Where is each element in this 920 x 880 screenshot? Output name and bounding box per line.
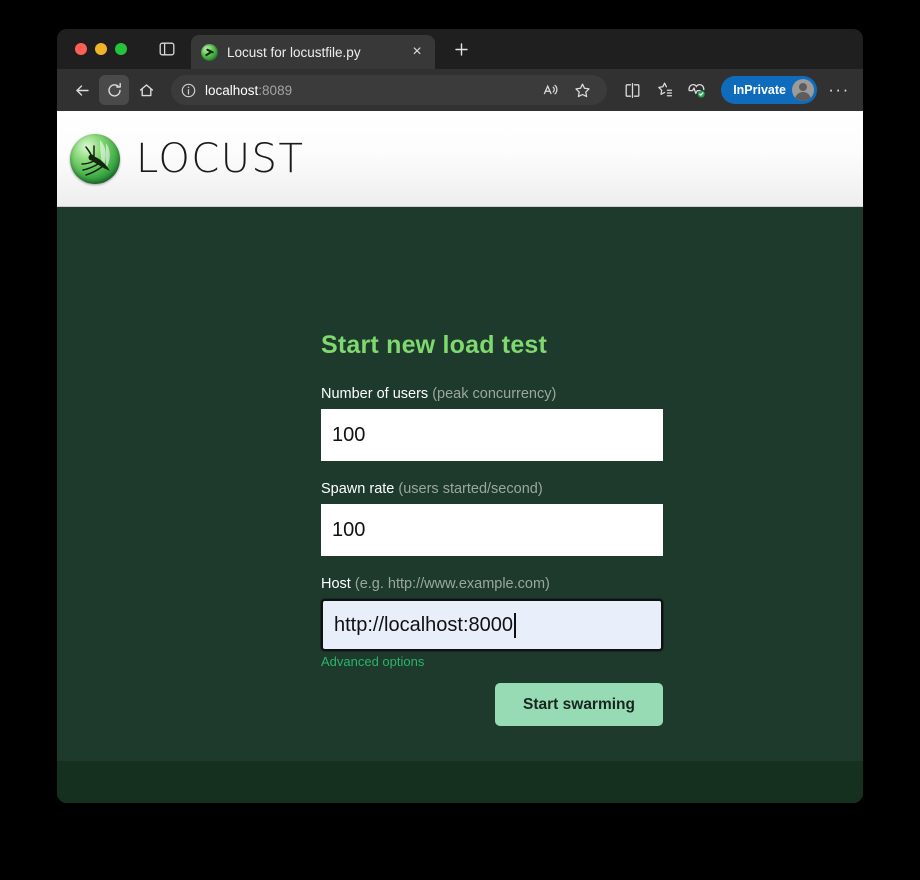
browser-tab[interactable]: Locust for locustfile.py × (191, 35, 435, 69)
host-label: Host (e.g. http://www.example.com) (321, 576, 663, 592)
site-header: LOCUST (57, 111, 863, 207)
host-label-text: Host (321, 576, 351, 592)
back-icon[interactable] (67, 75, 97, 105)
number-of-users-label-text: Number of users (321, 386, 429, 402)
browser-window: Locust for locustfile.py × localhost:808… (57, 29, 863, 803)
settings-and-more-icon[interactable]: ··· (825, 76, 853, 104)
locust-logo-icon (70, 133, 120, 184)
browser-toolbar: localhost:8089 InPrivate ··· (57, 69, 863, 111)
split-screen-icon[interactable] (617, 75, 647, 105)
tab-strip: Locust for locustfile.py × (57, 29, 863, 69)
site-brand-wordmark: LOCUST (136, 135, 305, 182)
read-aloud-icon[interactable] (535, 75, 565, 105)
close-tab-icon[interactable]: × (407, 42, 427, 62)
page-content: LOCUST Start new load test Number of use… (57, 111, 863, 803)
main-content: Start new load test Number of users (pea… (57, 207, 863, 761)
address-bar-icons (535, 75, 597, 105)
close-window-button[interactable] (75, 43, 87, 55)
host-value: http://localhost:8000 (334, 613, 514, 636)
start-load-test-form: Start new load test Number of users (pea… (321, 331, 663, 726)
spawn-rate-hint: (users started/second) (398, 481, 543, 497)
spawn-rate-input[interactable]: 100 (321, 504, 663, 556)
tab-actions-icon[interactable] (153, 36, 181, 62)
inprivate-profile-button[interactable]: InPrivate (721, 76, 817, 104)
number-of-users-input[interactable]: 100 (321, 409, 663, 461)
maximize-window-button[interactable] (115, 43, 127, 55)
home-icon[interactable] (131, 75, 161, 105)
url-host: localhost (205, 82, 259, 98)
spawn-rate-label: Spawn rate (users started/second) (321, 481, 663, 497)
page-title: Start new load test (321, 331, 548, 359)
browser-essentials-icon[interactable] (681, 75, 711, 105)
window-controls (63, 43, 139, 55)
spawn-rate-value: 100 (332, 518, 366, 541)
favorite-star-icon[interactable] (567, 75, 597, 105)
number-of-users-value: 100 (332, 423, 366, 446)
submit-row: Start swarming (321, 683, 663, 726)
start-swarming-button[interactable]: Start swarming (495, 683, 663, 726)
number-of-users-label: Number of users (peak concurrency) (321, 386, 663, 402)
host-hint: (e.g. http://www.example.com) (354, 576, 550, 592)
avatar[interactable] (792, 79, 814, 101)
inprivate-label: InPrivate (733, 83, 786, 97)
site-information-icon[interactable] (181, 83, 196, 98)
new-tab-icon[interactable] (447, 35, 475, 63)
url-text: localhost:8089 (205, 83, 292, 98)
minimize-window-button[interactable] (95, 43, 107, 55)
page-footer (57, 761, 863, 803)
url-port: :8089 (258, 82, 293, 98)
refresh-icon[interactable] (99, 75, 129, 105)
number-of-users-hint: (peak concurrency) (432, 386, 557, 402)
spawn-rate-label-text: Spawn rate (321, 481, 395, 497)
host-input[interactable]: http://localhost:8000 (321, 599, 663, 651)
tab-title: Locust for locustfile.py (227, 44, 361, 60)
address-bar[interactable]: localhost:8089 (171, 75, 608, 105)
collections-icon[interactable] (649, 75, 679, 105)
text-cursor (514, 612, 516, 638)
advanced-options-link[interactable]: Advanced options (321, 654, 424, 669)
locust-favicon-icon (201, 43, 218, 61)
